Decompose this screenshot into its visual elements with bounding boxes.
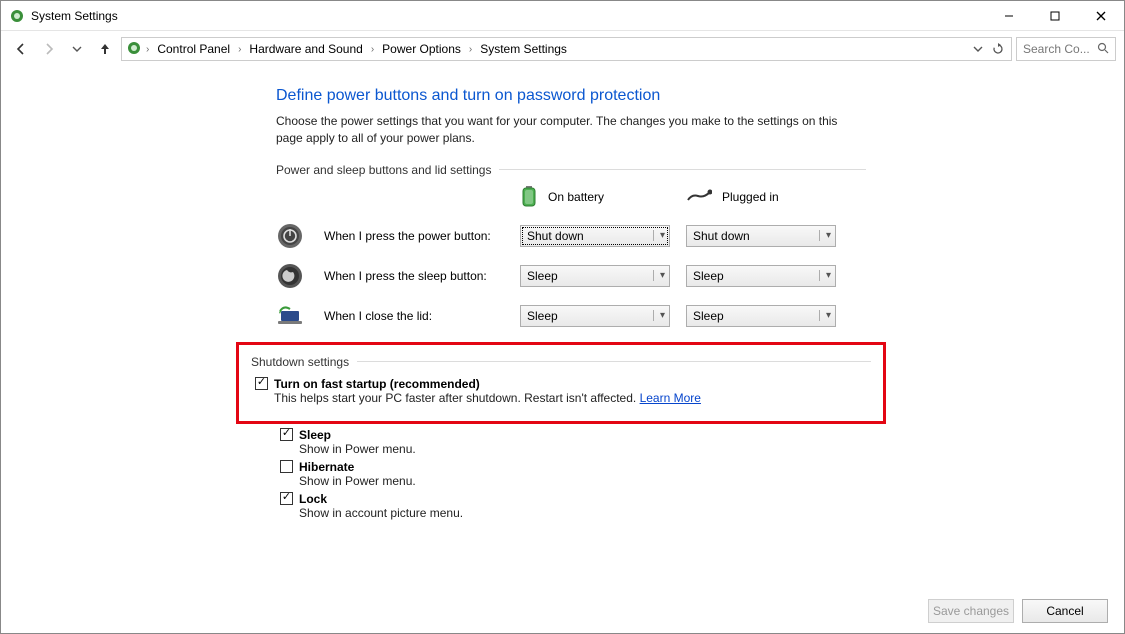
sleep-button-plugged-select[interactable]: Sleep ▾ bbox=[686, 265, 836, 287]
lid-row: When I close the lid: Sleep ▾ Sleep ▾ bbox=[276, 302, 866, 330]
window-title: System Settings bbox=[31, 9, 118, 23]
refresh-button[interactable] bbox=[989, 38, 1007, 60]
chevron-down-icon: ▾ bbox=[819, 270, 831, 281]
chevron-right-icon: › bbox=[236, 44, 243, 55]
power-button-plugged-select[interactable]: Shut down ▾ bbox=[686, 225, 836, 247]
recent-locations-button[interactable] bbox=[65, 37, 89, 61]
highlight-annotation: Shutdown settings Turn on fast startup (… bbox=[236, 342, 886, 424]
hibernate-label: Hibernate bbox=[299, 460, 354, 474]
address-bar[interactable]: › Control Panel › Hardware and Sound › P… bbox=[121, 37, 1012, 61]
fast-startup-checkbox[interactable] bbox=[255, 377, 268, 390]
sleep-icon bbox=[276, 262, 304, 290]
lock-item: Lock Show in account picture menu. bbox=[280, 492, 866, 520]
chevron-down-icon: ▾ bbox=[653, 310, 665, 321]
fast-startup-item: Turn on fast startup (recommended) This … bbox=[255, 377, 871, 405]
lock-label: Lock bbox=[299, 492, 327, 506]
group-label: Power and sleep buttons and lid settings bbox=[276, 163, 491, 177]
breadcrumb-item[interactable]: Hardware and Sound bbox=[245, 40, 366, 58]
up-button[interactable] bbox=[93, 37, 117, 61]
plug-icon bbox=[686, 188, 712, 207]
lid-battery-select[interactable]: Sleep ▾ bbox=[520, 305, 670, 327]
search-placeholder: Search Co... bbox=[1023, 42, 1090, 56]
sleep-desc: Show in Power menu. bbox=[299, 442, 866, 456]
row-label: When I press the power button: bbox=[324, 229, 504, 243]
hibernate-checkbox[interactable] bbox=[280, 460, 293, 473]
breadcrumb-item[interactable]: System Settings bbox=[476, 40, 571, 58]
nav-row: › Control Panel › Hardware and Sound › P… bbox=[1, 31, 1124, 67]
address-bar-icon bbox=[126, 40, 142, 59]
group-buttons-header: Power and sleep buttons and lid settings bbox=[276, 163, 866, 177]
sleep-button-battery-select[interactable]: Sleep ▾ bbox=[520, 265, 670, 287]
group-label: Shutdown settings bbox=[251, 355, 349, 369]
close-button[interactable] bbox=[1078, 1, 1124, 30]
sleep-button-row: When I press the sleep button: Sleep ▾ S… bbox=[276, 262, 866, 290]
chevron-down-icon: ▾ bbox=[819, 230, 831, 241]
history-dropdown-button[interactable] bbox=[969, 38, 987, 60]
search-input[interactable]: Search Co... bbox=[1016, 37, 1116, 61]
chevron-right-icon: › bbox=[144, 44, 151, 55]
column-label-plugged: Plugged in bbox=[722, 190, 779, 204]
lock-desc: Show in account picture menu. bbox=[299, 506, 866, 520]
window-controls bbox=[986, 1, 1124, 30]
row-label: When I press the sleep button: bbox=[324, 269, 504, 283]
lock-checkbox[interactable] bbox=[280, 492, 293, 505]
learn-more-link[interactable]: Learn More bbox=[640, 391, 701, 405]
chevron-right-icon: › bbox=[467, 44, 474, 55]
app-icon bbox=[9, 8, 25, 24]
chevron-down-icon: ▾ bbox=[819, 310, 831, 321]
power-icon bbox=[276, 222, 304, 250]
page-description: Choose the power settings that you want … bbox=[276, 113, 866, 147]
laptop-icon bbox=[276, 302, 304, 330]
chevron-right-icon: › bbox=[369, 44, 376, 55]
lid-plugged-select[interactable]: Sleep ▾ bbox=[686, 305, 836, 327]
hibernate-item: Hibernate Show in Power menu. bbox=[280, 460, 866, 488]
breadcrumb-item[interactable]: Power Options bbox=[378, 40, 465, 58]
sleep-item: Sleep Show in Power menu. bbox=[280, 428, 866, 456]
group-shutdown-header: Shutdown settings bbox=[251, 355, 871, 369]
row-label: When I close the lid: bbox=[324, 309, 504, 323]
title-bar: System Settings bbox=[1, 1, 1124, 31]
power-button-row: When I press the power button: Shut down… bbox=[276, 222, 866, 250]
chevron-down-icon: ▾ bbox=[653, 230, 665, 241]
chevron-down-icon: ▾ bbox=[653, 270, 665, 281]
footer: Save changes Cancel bbox=[1, 589, 1124, 633]
column-label-battery: On battery bbox=[548, 190, 604, 204]
save-changes-button[interactable]: Save changes bbox=[928, 599, 1014, 623]
page-title: Define power buttons and turn on passwor… bbox=[276, 87, 866, 105]
search-icon bbox=[1097, 42, 1109, 57]
sleep-label: Sleep bbox=[299, 428, 331, 442]
hibernate-desc: Show in Power menu. bbox=[299, 474, 866, 488]
forward-button[interactable] bbox=[37, 37, 61, 61]
breadcrumb-item[interactable]: Control Panel bbox=[153, 40, 234, 58]
battery-icon bbox=[520, 185, 538, 210]
power-button-battery-select[interactable]: Shut down ▾ bbox=[520, 225, 670, 247]
cancel-button[interactable]: Cancel bbox=[1022, 599, 1108, 623]
column-headers: On battery Plugged in bbox=[276, 185, 866, 210]
maximize-button[interactable] bbox=[1032, 1, 1078, 30]
minimize-button[interactable] bbox=[986, 1, 1032, 30]
fast-startup-label: Turn on fast startup (recommended) bbox=[274, 377, 480, 391]
content-area: Define power buttons and turn on passwor… bbox=[1, 67, 1124, 589]
fast-startup-desc: This helps start your PC faster after sh… bbox=[274, 391, 636, 405]
sleep-checkbox[interactable] bbox=[280, 428, 293, 441]
back-button[interactable] bbox=[9, 37, 33, 61]
